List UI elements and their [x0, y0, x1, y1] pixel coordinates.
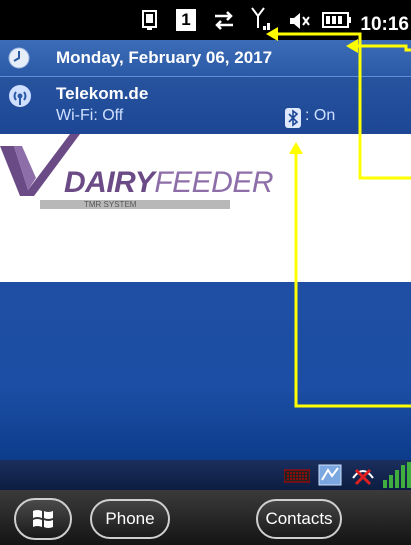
annotation-arrow-clock: [356, 44, 411, 52]
annotation-arrows: [266, 27, 411, 408]
annotation-arrowhead-bluetooth: [289, 142, 303, 154]
annotation-arrowhead-signal: [266, 27, 278, 41]
annotation-arrowhead-clock: [346, 39, 358, 53]
annotation-arrow-bluetooth: [294, 152, 411, 408]
